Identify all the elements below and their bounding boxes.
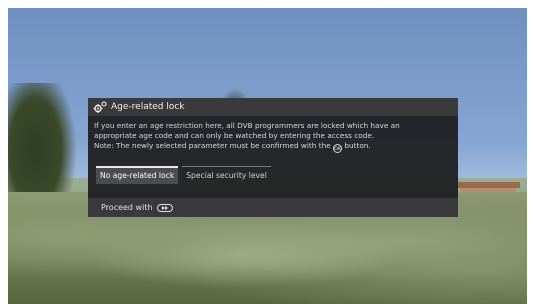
option-special-security-level[interactable]: Special security level — [182, 166, 271, 184]
dialog-description: If you enter an age restriction here, al… — [88, 116, 458, 153]
description-line-1: If you enter an age restriction here, al… — [94, 121, 400, 130]
age-lock-dialog: Age-related lock If you enter an age res… — [88, 98, 458, 217]
lock-options: No age-related lock Special security lev… — [96, 166, 271, 184]
note-text-end: button. — [344, 141, 371, 150]
description-line-2: appropriate age code and can only be wat… — [94, 131, 375, 140]
option-no-age-lock[interactable]: No age-related lock — [96, 166, 179, 184]
fast-forward-icon[interactable] — [156, 203, 173, 212]
dialog-title: Age-related lock — [111, 102, 185, 112]
proceed-label: Proceed with — [101, 203, 153, 212]
ok-button-icon: OK — [333, 144, 343, 153]
note-text: Note: The newly selected parameter must … — [94, 141, 331, 150]
description-line-3: Note: The newly selected parameter must … — [94, 141, 452, 153]
house-roof — [456, 182, 520, 188]
dialog-footer: Proceed with — [88, 198, 458, 217]
gear-icon — [93, 101, 107, 113]
dialog-header: Age-related lock — [88, 98, 458, 116]
